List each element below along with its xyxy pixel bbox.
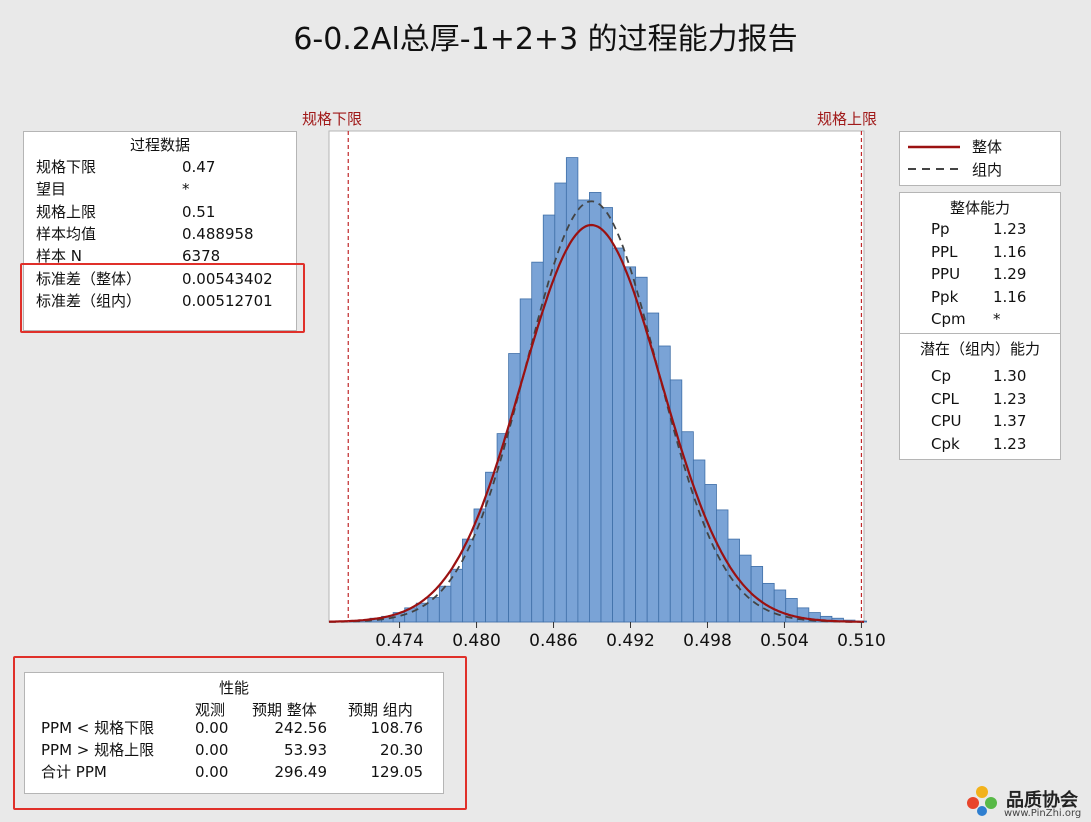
- histogram-bar: [658, 345, 671, 623]
- histogram-bar: [819, 615, 833, 623]
- x-tick-label: 0.492: [606, 631, 655, 651]
- process-data-row-value: *: [182, 180, 190, 199]
- histogram-bar: [739, 554, 752, 623]
- histogram-bar: [346, 620, 359, 623]
- overall-capability-row-label: PPU: [931, 265, 961, 283]
- x-tick-label: 0.480: [452, 631, 501, 651]
- histogram-bar: [508, 353, 521, 623]
- histogram-bar: [519, 298, 533, 623]
- histogram-bar: [600, 207, 613, 623]
- histogram-bar: [462, 538, 475, 623]
- highlight-std-dev: [20, 263, 305, 333]
- process-data-row-label: 望目: [36, 180, 67, 199]
- potential-capability-row-value: 1.23: [993, 434, 1027, 453]
- histogram-bar: [415, 602, 429, 623]
- capability-panel: 整体能力 Pp 1.23 PPL 1.16 PPU 1.29 Ppk 1.16 Cpm * 潜在（…: [899, 192, 1061, 460]
- process-data-row-value: 0.47: [182, 158, 216, 176]
- potential-capability-row-label: CPL: [931, 389, 959, 408]
- overall-capability-row-label: Ppk: [931, 287, 959, 306]
- histogram-bar: [577, 199, 590, 623]
- overall-capability-row-value: 1.23: [993, 220, 1027, 238]
- histogram-bar: [485, 471, 498, 623]
- histogram-bar: [496, 433, 510, 623]
- histogram-bar: [843, 619, 856, 623]
- logo-url: www.PinZhi.org: [1004, 808, 1082, 819]
- potential-capability-row-label: CPU: [931, 412, 962, 430]
- process-data-row-label: 规格上限: [36, 202, 97, 221]
- overall-capability-row-value: *: [993, 310, 1001, 328]
- process-data-row-label: 规格下限: [36, 158, 97, 176]
- histogram-bar: [796, 607, 810, 623]
- histogram-bar: [369, 617, 383, 623]
- histogram-bar: [427, 597, 440, 623]
- process-data-row-label: 样本均值: [36, 224, 97, 243]
- within-curve: [328, 200, 864, 623]
- x-tick-label: 0.486: [529, 631, 578, 651]
- histogram-bar: [381, 615, 394, 623]
- histogram-bar: [565, 157, 579, 623]
- overall-capability-row-label: PPL: [931, 242, 958, 261]
- x-tick-label: 0.510: [837, 631, 886, 651]
- histogram-bar: [358, 619, 371, 623]
- histogram-bar: [669, 379, 683, 623]
- legend: 整体 组内: [899, 131, 1061, 186]
- potential-capability-row-label: Cpk: [931, 434, 960, 453]
- histogram-bar: [808, 612, 821, 623]
- histogram-bar: [681, 431, 694, 623]
- overall-capability-row-label: Pp: [931, 220, 950, 238]
- overall-capability-row-value: 1.29: [993, 265, 1027, 283]
- histogram-bar: [554, 182, 567, 623]
- process-data-header: 过程数据: [129, 136, 190, 154]
- histogram-bar: [531, 261, 544, 623]
- histogram-bar: [623, 266, 637, 623]
- process-data-row-value: 0.488958: [182, 224, 254, 243]
- overall-capability-header: 整体能力: [949, 199, 1010, 217]
- histogram-bar: [473, 508, 486, 623]
- x-tick-label: 0.474: [375, 631, 424, 651]
- histogram-bar: [716, 509, 729, 623]
- histogram-bar: [831, 617, 844, 623]
- histogram-bar: [404, 607, 417, 623]
- overall-capability-row-label: Cpm: [931, 310, 966, 328]
- lsl-label: 规格下限: [302, 110, 363, 128]
- potential-capability-row-label: Cp: [931, 367, 951, 385]
- histogram-bar: [750, 566, 764, 623]
- histogram-bar: [646, 312, 660, 623]
- histogram-bar: [589, 192, 602, 623]
- histogram-bar: [635, 276, 648, 623]
- x-tick-label: 0.504: [760, 631, 809, 651]
- overall-capability-row-value: 1.16: [993, 242, 1027, 261]
- potential-capability-row-value: 1.23: [993, 389, 1027, 408]
- histogram-bar: [762, 582, 775, 623]
- histogram-bar: [692, 459, 706, 623]
- histogram-bar: [727, 538, 740, 623]
- histogram-bar: [542, 214, 556, 623]
- histogram-bar: [450, 568, 463, 623]
- histogram-bar: [612, 247, 625, 623]
- usl-label: 规格上限: [817, 110, 878, 128]
- histogram-bar: [704, 484, 717, 623]
- potential-capability-header: 潜在（组内）能力: [919, 340, 1040, 358]
- overall-capability-row-value: 1.16: [993, 287, 1027, 306]
- histogram-bar: [392, 612, 406, 623]
- overall-curve: [328, 223, 864, 623]
- process-data-row-value: 0.51: [182, 202, 216, 221]
- capability-divider: [900, 333, 1060, 334]
- x-tick-label: 0.498: [683, 631, 732, 651]
- plot-area: [328, 130, 865, 623]
- logo-icon: [967, 786, 997, 816]
- potential-capability-row-value: 1.30: [993, 367, 1027, 385]
- histogram-bar: [854, 620, 867, 623]
- histogram-bar: [785, 598, 798, 623]
- legend-overall-label: 整体: [972, 138, 1003, 156]
- histogram-bar: [438, 585, 452, 623]
- legend-within-label: 组内: [972, 161, 1003, 179]
- histogram-bar: [773, 589, 787, 623]
- highlight-performance: [13, 656, 467, 810]
- page-title: 6-0.2Al总厚-1+2+3 的过程能力报告: [293, 22, 798, 57]
- potential-capability-row-value: 1.37: [993, 412, 1027, 430]
